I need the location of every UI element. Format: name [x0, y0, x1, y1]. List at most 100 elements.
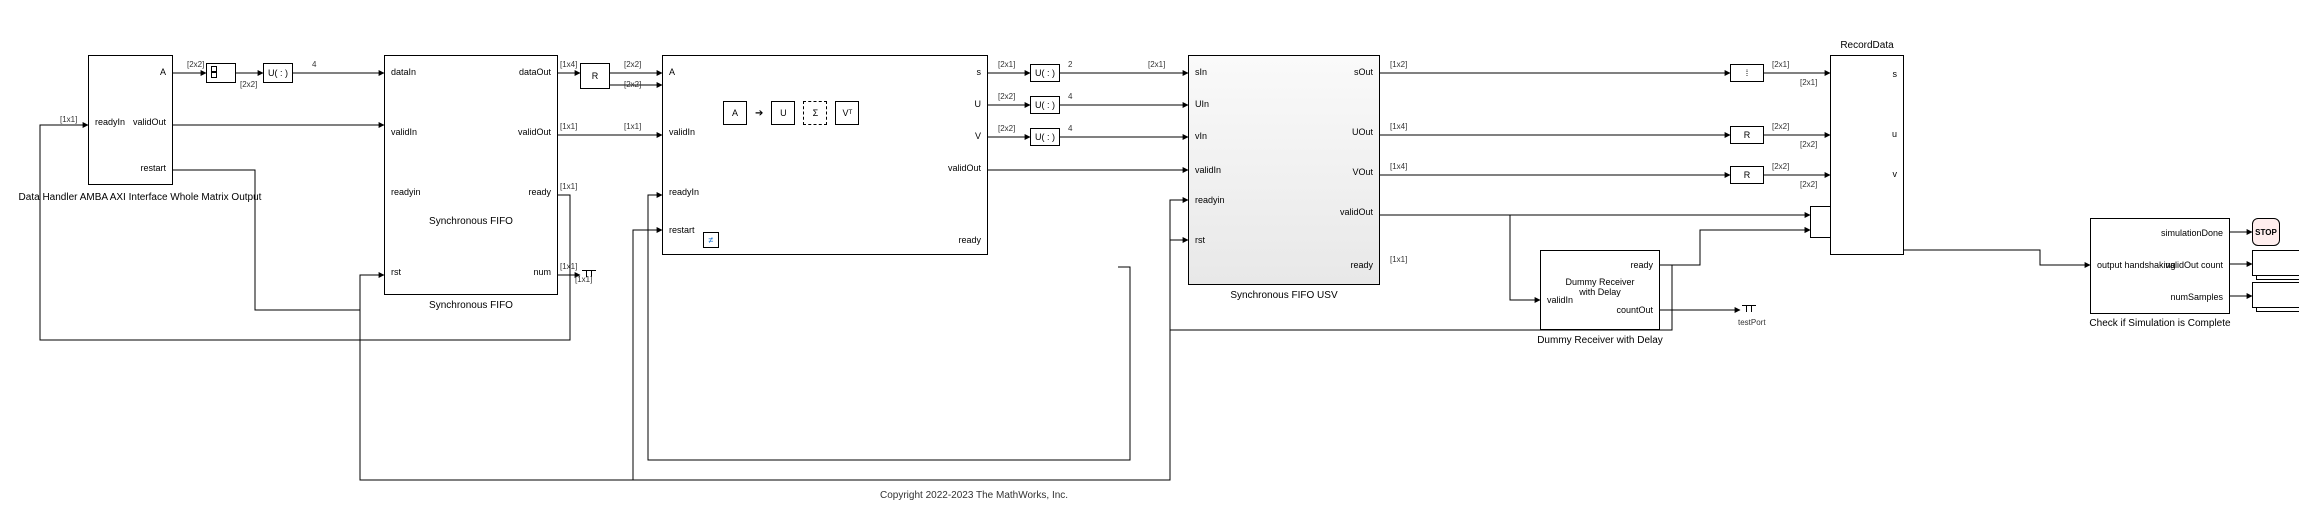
port-label: rst [391, 268, 401, 277]
sig-dim: [2x2] [240, 80, 257, 89]
port-label: readyIn [95, 118, 125, 127]
port-label: output handshaking [2097, 261, 2176, 270]
port-label: validIn [391, 128, 417, 137]
port-label: dataIn [391, 68, 416, 77]
port-label: validIn [1547, 296, 1573, 305]
port-label: ready [528, 188, 551, 197]
sig-dim: [2x2] [624, 80, 641, 89]
port-label: ready [958, 236, 981, 245]
stop-block[interactable]: STOP [2252, 218, 2280, 246]
sig-dim: [2x2] [1800, 140, 1817, 149]
port-label: countOut [1616, 306, 1653, 315]
sig-dim: [1x1] [560, 122, 577, 131]
copyright-text: Copyright 2022-2023 The MathWorks, Inc. [880, 490, 1068, 501]
sig-dim: [2x1] [998, 60, 1015, 69]
port-label: U [975, 100, 982, 109]
port-label: validIn [1195, 166, 1221, 175]
reshape-v-r-block[interactable]: R [1730, 166, 1764, 184]
port-label: ready [1350, 261, 1373, 270]
sig-dim: [2x2] [1800, 180, 1817, 189]
to-vector-s-block[interactable]: U( : ) [1030, 64, 1060, 82]
sig-dim: [1x2] [1390, 60, 1407, 69]
sig-dim: [1x4] [1390, 162, 1407, 171]
display-numsamples[interactable]: 20 [2252, 282, 2299, 308]
sig-dim: [1x4] [560, 60, 577, 69]
sig-dim: [2x2] [624, 60, 641, 69]
sync-fifo-block[interactable]: dataIn dataOut validIn validOut readyin … [384, 55, 558, 295]
port-label: num [533, 268, 551, 277]
port-label: u [1892, 130, 1897, 139]
sig-dim: [1x1] [1390, 255, 1407, 264]
sync-fifo-usv-block[interactable]: sIn UIn vIn validIn readyin rst sOut UOu… [1188, 55, 1380, 285]
sig-dim: 2 [1068, 60, 1072, 69]
sig-dim: [1x1] [575, 275, 592, 284]
svd-A-box: A [723, 101, 747, 125]
port-label: s [1893, 70, 1898, 79]
sig-dim: 4 [312, 60, 316, 69]
sig-dim: [1x1] [60, 115, 77, 124]
svd-V-box: Vᵀ [835, 101, 859, 125]
port-label: UOut [1352, 128, 1373, 137]
check-sim-name: Check if Simulation is Complete [2070, 318, 2250, 329]
port-label: validOut [948, 164, 981, 173]
reshape-block[interactable] [206, 63, 236, 83]
sig-dim: [2x2] [1772, 122, 1789, 131]
reshape-u-r-block[interactable]: R [1730, 126, 1764, 144]
port-label: simulationDone [2161, 229, 2223, 238]
reshape-r-block[interactable]: R [580, 63, 610, 89]
to-vector-v-block[interactable]: U( : ) [1030, 128, 1060, 146]
svd-decomposition-graphic: A ➔ U Σ Vᵀ [723, 101, 859, 125]
data-handler-name: Data Handler AMBA AXI Interface Whole Ma… [0, 192, 310, 203]
port-label: UIn [1195, 100, 1209, 109]
sync-fifo-usv-name: Synchronous FIFO USV [1188, 290, 1380, 301]
sig-dim: [1x1] [624, 122, 641, 131]
sig-dim: [2x1] [1148, 60, 1165, 69]
svd-U-box: U [771, 101, 795, 125]
sync-fifo-name: Synchronous FIFO [384, 300, 558, 311]
port-label: A [669, 68, 675, 77]
svd-S-box: Σ [803, 101, 827, 125]
to-vector-block[interactable]: U( : ) [263, 63, 293, 83]
port-label: numSamples [2170, 293, 2223, 302]
sig-dim: [2x2] [1772, 162, 1789, 171]
record-data-block[interactable]: s u v [1830, 55, 1904, 255]
sig-dim: 4 [1068, 92, 1072, 101]
dummy-receiver-block[interactable]: validIn ready countOut Dummy Receiver wi… [1540, 250, 1660, 330]
port-label: readyin [391, 188, 421, 197]
port-label: V [975, 132, 981, 141]
port-label: rst [1195, 236, 1205, 245]
model-ref-icon: ≠ [703, 232, 719, 248]
port-label: validIn [669, 128, 695, 137]
port-label: ready [1630, 261, 1653, 270]
port-label: dataOut [519, 68, 551, 77]
port-label: A [160, 68, 166, 77]
port-label: VOut [1352, 168, 1373, 177]
dummy-receiver-inner-label: Dummy Receiver with Delay [1541, 277, 1659, 297]
display-validout-count[interactable]: 20 [2252, 250, 2299, 276]
testport-label: testPort [1738, 318, 1766, 327]
record-data-name: RecordData [1810, 40, 1924, 51]
terminator-icon [1742, 305, 1756, 316]
port-label: restart [669, 226, 695, 235]
port-label: readyin [1195, 196, 1225, 205]
wiring-canvas [0, 0, 2299, 517]
port-label: vIn [1195, 132, 1207, 141]
sig-dim: [1x1] [560, 182, 577, 191]
data-handler-block[interactable]: A readyIn validOut restart [88, 55, 173, 185]
port-label: sIn [1195, 68, 1207, 77]
port-label: readyIn [669, 188, 699, 197]
svd-core-block[interactable]: A validIn readyIn restart s U V validOut… [662, 55, 988, 255]
sig-dim: 4 [1068, 124, 1072, 133]
reshape-s-block[interactable]: ⁞ [1730, 64, 1764, 82]
port-label: s [977, 68, 982, 77]
port-label: validOut [133, 118, 166, 127]
sig-dim: [2x2] [998, 92, 1015, 101]
sig-dim: [2x2] [998, 124, 1015, 133]
arrow-icon: ➔ [755, 108, 763, 119]
port-label: validOut count [2165, 261, 2223, 270]
port-label: sOut [1354, 68, 1373, 77]
sync-fifo-inner-label: Synchronous FIFO [385, 216, 557, 227]
sig-dim: [2x1] [1772, 60, 1789, 69]
to-vector-u-block[interactable]: U( : ) [1030, 96, 1060, 114]
check-sim-block[interactable]: output handshaking simulationDone validO… [2090, 218, 2230, 314]
